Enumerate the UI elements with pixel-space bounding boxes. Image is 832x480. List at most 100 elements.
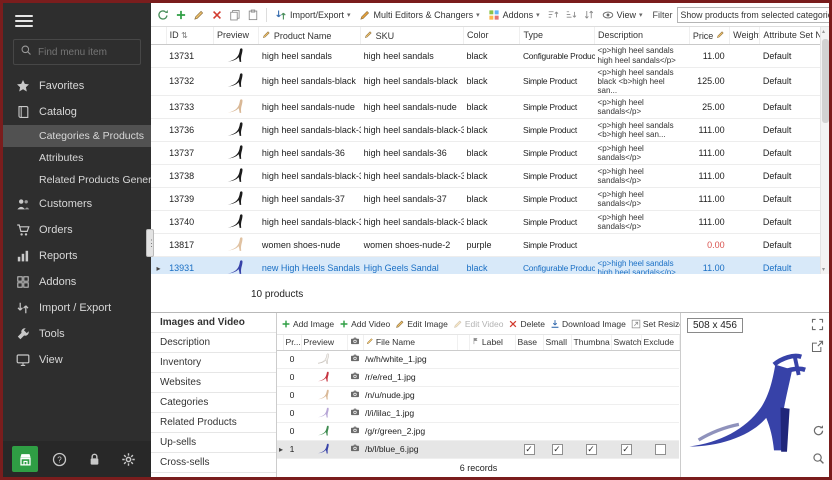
- sidebar-item-import-export[interactable]: Import / Export: [3, 295, 151, 321]
- lock-button[interactable]: [81, 446, 107, 472]
- product-row[interactable]: 13736high heel sandals-black-36high heel…: [151, 119, 827, 142]
- vertical-scrollbar[interactable]: ▴ ▾: [820, 27, 829, 274]
- open-external-icon[interactable]: [811, 340, 824, 353]
- product-row[interactable]: 13737high heel sandals-36high heel sanda…: [151, 142, 827, 165]
- multi-editors-changers-menu[interactable]: Multi Editors & Changers▾: [356, 8, 483, 22]
- checkbox[interactable]: ✓: [552, 444, 563, 455]
- expand-arrow-icon[interactable]: ▸: [279, 445, 283, 454]
- tab-product-reviews[interactable]: Product Reviews: [151, 473, 276, 480]
- checkbox[interactable]: ✓: [586, 444, 597, 455]
- product-row[interactable]: ▸13931new High Heels SandalsHigh Geels S…: [151, 257, 827, 274]
- add-video-button[interactable]: Add Video: [339, 319, 390, 329]
- col-color[interactable]: Color: [464, 27, 520, 44]
- scroll-down-icon[interactable]: ▾: [822, 266, 825, 273]
- col-file-name[interactable]: File Name: [363, 335, 457, 350]
- tab-websites[interactable]: Websites: [151, 373, 276, 393]
- sidebar-item-reports[interactable]: Reports: [3, 243, 151, 269]
- sidebar-item-catalog[interactable]: Catalog: [3, 99, 151, 125]
- image-row[interactable]: ▸1/b/l/blue_6.jpg✓✓✓✓: [277, 440, 679, 458]
- sidebar-item-customers[interactable]: Customers: [3, 191, 151, 217]
- col-weight[interactable]: Weight: [730, 27, 760, 44]
- scrollbar-thumb[interactable]: [822, 39, 829, 123]
- col-price[interactable]: Price: [689, 27, 729, 44]
- image-row[interactable]: 0/w/h/white_1.jpg: [277, 350, 679, 368]
- rotate-icon[interactable]: [812, 424, 825, 437]
- col-description[interactable]: Description: [595, 27, 690, 44]
- category-filter-select[interactable]: Show products from selected categories▾: [677, 7, 829, 23]
- checkbox[interactable]: ✓: [621, 444, 632, 455]
- product-row[interactable]: 13739high heel sandals-37high heel sanda…: [151, 188, 827, 211]
- product-row[interactable]: 13732high heel sandals-blackhigh heel sa…: [151, 67, 827, 96]
- col-exclude[interactable]: Exclude: [641, 335, 679, 350]
- add-button[interactable]: [173, 6, 189, 24]
- col-product-name[interactable]: Product Name: [259, 27, 361, 44]
- sidebar-item-favorites[interactable]: Favorites: [3, 73, 151, 99]
- tab-cross-sells[interactable]: Cross-sells: [151, 453, 276, 473]
- sidebar-item-tools[interactable]: Tools: [3, 321, 151, 347]
- sidebar-item-view[interactable]: View: [3, 347, 151, 373]
- col-small[interactable]: Small: [543, 335, 571, 350]
- col-preview[interactable]: Preview: [213, 27, 258, 44]
- sortdesc-button[interactable]: [563, 6, 579, 24]
- paste-button[interactable]: [245, 6, 261, 24]
- tab-inventory[interactable]: Inventory: [151, 353, 276, 373]
- edit-image-button[interactable]: Edit Image: [395, 319, 448, 329]
- hamburger-menu-icon[interactable]: [3, 3, 151, 36]
- set-resize-rule-button[interactable]: Set Resize Rule▾: [631, 319, 680, 329]
- copy-button[interactable]: [227, 6, 243, 24]
- sidebar-item-attributes[interactable]: Attributes: [3, 147, 151, 169]
- sortasc-button[interactable]: [545, 6, 561, 24]
- image-row[interactable]: 0/l/i/lilac_1.jpg: [277, 404, 679, 422]
- tab-up-sells[interactable]: Up-sells: [151, 433, 276, 453]
- product-row[interactable]: 13817women shoes-nudewomen shoes-nude-2p…: [151, 234, 827, 257]
- row-expander[interactable]: ▸: [151, 257, 166, 274]
- product-row[interactable]: 13733high heel sandals-nudehigh heel san…: [151, 96, 827, 119]
- sidebar-item-categories-products[interactable]: Categories & Products: [3, 125, 151, 147]
- zoom-out-icon[interactable]: [812, 452, 825, 465]
- updown-button[interactable]: [581, 6, 597, 24]
- sidebar-footer: ?: [3, 441, 151, 477]
- expand-arrow-icon[interactable]: ▸: [157, 264, 161, 273]
- refresh-button[interactable]: [155, 6, 171, 24]
- product-row[interactable]: 13740high heel sandals-black-38high heel…: [151, 211, 827, 234]
- tab-description[interactable]: Description: [151, 333, 276, 353]
- delete-button[interactable]: [209, 6, 225, 24]
- col-type[interactable]: Type: [520, 27, 595, 44]
- add-image-button[interactable]: Add Image: [281, 319, 334, 329]
- col-preview[interactable]: Preview: [301, 335, 347, 350]
- scroll-up-icon[interactable]: ▴: [822, 28, 825, 35]
- checkbox[interactable]: [655, 444, 666, 455]
- tab-related-products[interactable]: Related Products: [151, 413, 276, 433]
- view-menu[interactable]: View▾: [599, 8, 646, 22]
- col-swatch[interactable]: Swatch: [611, 335, 641, 350]
- product-row[interactable]: 13731high heel sandalshigh heel sandalsb…: [151, 44, 827, 67]
- checkbox[interactable]: ✓: [524, 444, 535, 455]
- fullscreen-icon[interactable]: [811, 318, 824, 331]
- sidebar-item-related-products-generator[interactable]: Related Products Generator: [3, 169, 151, 191]
- pane-splitter[interactable]: ⋮: [146, 229, 154, 257]
- store-button[interactable]: [12, 446, 38, 472]
- image-row[interactable]: 0/n/u/nude.jpg: [277, 386, 679, 404]
- download-image-button[interactable]: Download Image: [550, 319, 626, 329]
- col-sku[interactable]: SKU: [361, 27, 464, 44]
- import-export-menu[interactable]: Import/Export▾: [272, 8, 354, 22]
- tab-categories[interactable]: Categories: [151, 393, 276, 413]
- col-base[interactable]: Base: [515, 335, 543, 350]
- help-button[interactable]: ?: [47, 446, 73, 472]
- edit-button[interactable]: [191, 6, 207, 24]
- delete-button[interactable]: Delete: [508, 319, 545, 329]
- addons-menu[interactable]: Addons▾: [485, 8, 543, 22]
- col-attribute-set-name[interactable]: Attribute Set Name: [760, 27, 827, 44]
- tab-images-and-video[interactable]: Images and Video: [151, 313, 276, 333]
- sidebar-item-addons[interactable]: Addons: [3, 269, 151, 295]
- image-row[interactable]: 0/g/r/green_2.jpg: [277, 422, 679, 440]
- image-row[interactable]: 0/r/e/red_1.jpg: [277, 368, 679, 386]
- col-pr[interactable]: Pr...: [283, 335, 301, 350]
- col-id[interactable]: ID ⇅: [166, 27, 213, 44]
- product-row[interactable]: 13738high heel sandals-black-37high heel…: [151, 165, 827, 188]
- gear-button[interactable]: [116, 446, 142, 472]
- col-thumbna[interactable]: Thumbna: [571, 335, 611, 350]
- sidebar-item-orders[interactable]: Orders: [3, 217, 151, 243]
- col-label[interactable]: Label: [469, 335, 515, 350]
- menu-search-input[interactable]: [38, 47, 136, 58]
